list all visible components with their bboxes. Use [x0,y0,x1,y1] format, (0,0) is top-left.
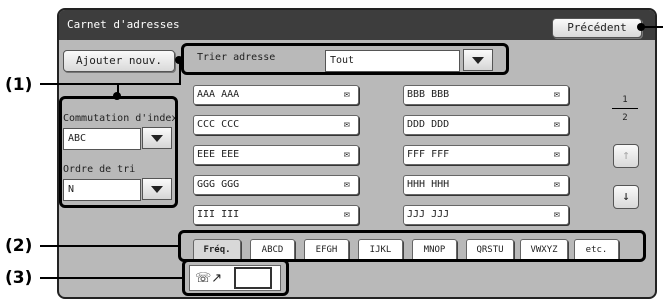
entry-name: AAA AAA [197,89,240,100]
page-total: 2 [622,113,628,123]
address-entry[interactable]: JJJ JJJ ✉ [403,205,569,225]
address-entry[interactable]: DDD DDD ✉ [403,115,569,135]
add-new-button[interactable]: Ajouter nouv. [63,50,175,72]
callout-label-1: (1) [5,75,33,95]
entry-name: HHH HHH [407,179,450,190]
address-entry[interactable]: HHH HHH ✉ [403,175,569,195]
address-entry[interactable]: FFF FFF ✉ [403,145,569,165]
entry-name: FFF FFF [407,149,450,160]
callout-dot-1b [175,56,183,64]
callout-box-index [59,96,178,208]
callout-box-search-number [182,259,289,296]
entry-name: BBB BBB [407,89,450,100]
page-divider [612,108,638,109]
envelope-icon: ✉ [553,209,560,220]
envelope-icon: ✉ [343,209,350,220]
address-entry[interactable]: GGG GGG ✉ [193,175,359,195]
envelope-icon: ✉ [553,179,560,190]
scroll-down-button[interactable]: ↓ [613,185,639,209]
address-entry[interactable]: BBB BBB ✉ [403,85,569,105]
back-button[interactable]: Précédent [552,18,642,38]
entry-name: JJJ JJJ [407,209,450,220]
arrow-down-icon: ↓ [622,189,630,204]
entry-name: DDD DDD [407,119,450,130]
address-entry[interactable]: CCC CCC ✉ [193,115,359,135]
callout-line-1 [40,83,180,85]
envelope-icon: ✉ [343,119,350,130]
arrow-up-icon: ↑ [622,148,630,163]
address-entry[interactable]: III III ✉ [193,205,359,225]
entry-name: CCC CCC [197,119,240,130]
entry-name: EEE EEE [197,149,240,160]
entry-name: GGG GGG [197,179,240,190]
callout-box-sort [181,43,509,75]
page-current: 1 [622,95,628,105]
envelope-icon: ✉ [343,179,350,190]
envelope-icon: ✉ [343,89,350,100]
envelope-icon: ✉ [553,119,560,130]
callout-label-2: (2) [5,236,33,256]
envelope-icon: ✉ [343,149,350,160]
address-entry[interactable]: EEE EEE ✉ [193,145,359,165]
envelope-icon: ✉ [553,149,560,160]
envelope-icon: ✉ [553,89,560,100]
callout-line-3 [40,277,183,279]
callout-dot-1a [113,92,121,100]
callout-box-tabs [178,230,646,262]
callout-line-2 [40,245,179,247]
entry-name: III III [197,209,240,220]
address-entry[interactable]: AAA AAA ✉ [193,85,359,105]
callout-label-3: (3) [5,268,33,288]
scroll-up-button[interactable]: ↑ [613,144,639,168]
callout-dot-back [637,23,645,31]
